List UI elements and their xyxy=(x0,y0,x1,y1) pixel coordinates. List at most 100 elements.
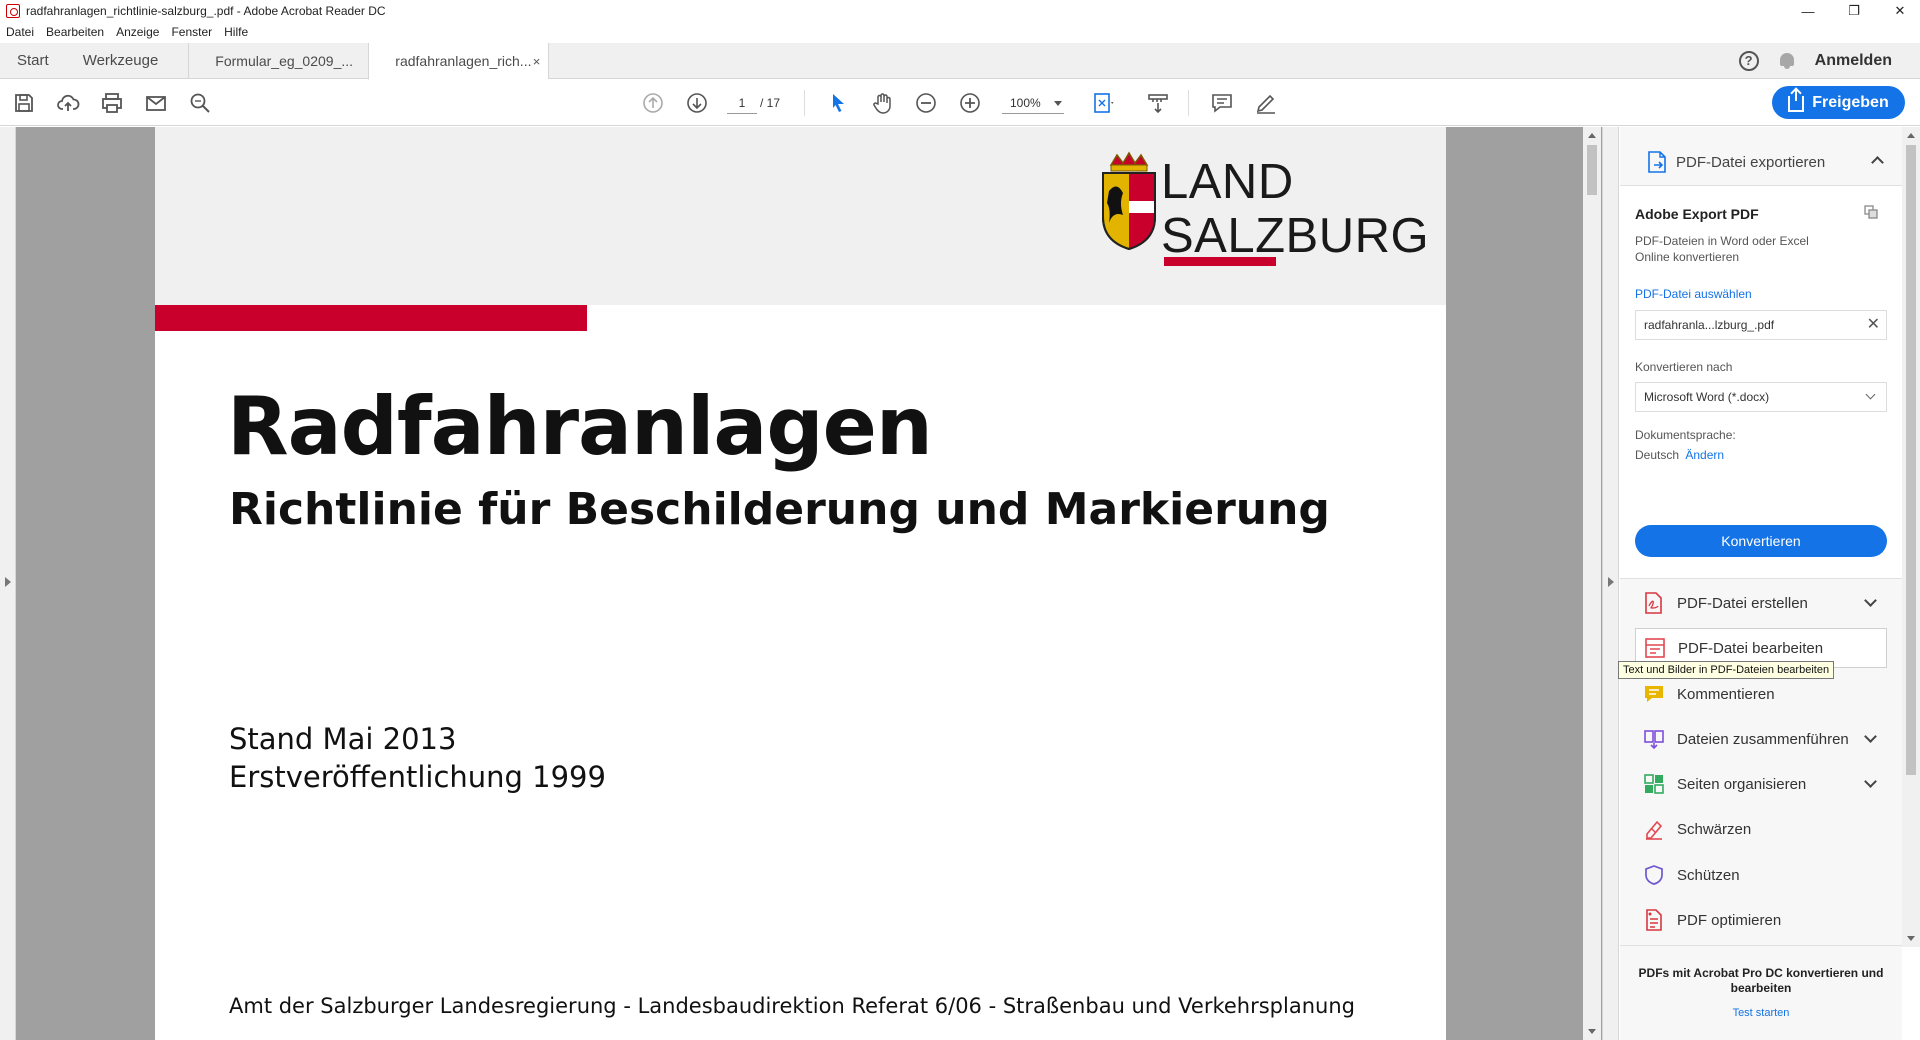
minimize-button[interactable]: — xyxy=(1785,0,1831,22)
print-icon[interactable] xyxy=(98,89,126,117)
tab-label: radfahranlagen_rich... xyxy=(395,53,532,69)
tool-redact[interactable]: Schwärzen xyxy=(1635,809,1887,849)
chevron-down-icon[interactable] xyxy=(1864,775,1877,788)
zoom-level-dropdown[interactable]: 100% xyxy=(1002,92,1064,114)
menu-bar: Datei Bearbeiten Anzeige Fenster Hilfe xyxy=(0,22,1920,42)
next-page-icon[interactable] xyxy=(683,89,711,117)
zoom-out-icon[interactable] xyxy=(912,89,940,117)
page-number-input[interactable]: 1 xyxy=(727,92,757,114)
export-pdf-header[interactable]: PDF-Datei exportieren xyxy=(1620,140,1902,184)
export-pdf-header-label: PDF-Datei exportieren xyxy=(1676,153,1826,171)
scroll-down-icon[interactable] xyxy=(1588,1029,1596,1034)
share-label: Freigeben xyxy=(1812,93,1889,111)
menu-anzeige[interactable]: Anzeige xyxy=(110,25,165,39)
scroll-mode-icon[interactable] xyxy=(1144,89,1172,117)
convert-button[interactable]: Konvertieren xyxy=(1635,525,1887,557)
tool-comment[interactable]: Kommentieren xyxy=(1635,674,1887,714)
export-description: PDF-Dateien in Word oder Excel Online ko… xyxy=(1635,234,1809,264)
doc-language-value: Deutsch xyxy=(1635,448,1680,462)
redact-icon xyxy=(1646,820,1663,840)
selected-file-field[interactable]: radfahranla...lzburg_.pdf ✕ xyxy=(1635,310,1887,340)
previous-page-icon[interactable] xyxy=(639,89,667,117)
tab-document-radfahranlagen[interactable]: radfahranlagen_rich... × xyxy=(368,43,549,80)
menu-datei[interactable]: Datei xyxy=(0,25,40,39)
scroll-thumb[interactable] xyxy=(1587,145,1597,195)
help-icon[interactable]: ? xyxy=(1738,50,1759,71)
document-dates: Stand Mai 2013 Erstveröffentlichung 1999 xyxy=(229,720,606,796)
tool-organize-pages[interactable]: Seiten organisieren xyxy=(1635,764,1887,804)
export-pdf-section: Adobe Export PDF PDF-Dateien in Word ode… xyxy=(1620,185,1902,579)
export-title: Adobe Export PDF xyxy=(1635,206,1759,222)
tab-document-formular[interactable]: Formular_eg_0209_... xyxy=(188,43,368,78)
organize-pages-icon xyxy=(1644,774,1664,794)
close-window-button[interactable]: ✕ xyxy=(1877,0,1920,22)
menu-hilfe[interactable]: Hilfe xyxy=(218,25,254,39)
tool-label: Dateien zusammenführen xyxy=(1677,730,1849,748)
toolbar-separator xyxy=(804,90,805,116)
draw-pen-icon[interactable] xyxy=(1252,89,1280,117)
tab-start[interactable]: Start xyxy=(0,43,66,78)
copy-icon[interactable] xyxy=(1864,205,1878,219)
promo-text: PDFs mit Acrobat Pro DC konvertieren und… xyxy=(1638,966,1884,995)
chevron-down-icon[interactable] xyxy=(1864,730,1877,743)
tool-combine-files[interactable]: Dateien zusammenführen xyxy=(1635,719,1887,759)
expand-left-icon xyxy=(5,577,11,587)
chevron-down-icon[interactable] xyxy=(1864,594,1877,607)
email-icon[interactable] xyxy=(142,89,170,117)
tool-optimize-pdf[interactable]: PDF optimieren xyxy=(1635,900,1887,940)
window-titlebar: radfahranlagen_richtlinie-salzburg_.pdf … xyxy=(0,0,1920,22)
menu-bearbeiten[interactable]: Bearbeiten xyxy=(40,25,110,39)
scroll-up-icon[interactable] xyxy=(1588,133,1596,138)
logo-text-salzburg: SALZBURG xyxy=(1161,209,1430,263)
promo-trial-link[interactable]: Test starten xyxy=(1620,1007,1902,1019)
selected-file-name: radfahranla...lzburg_.pdf xyxy=(1644,318,1775,332)
pdf-page: LAND SALZBURG Radfahranlagen Richtlinie … xyxy=(155,127,1446,1040)
left-panel-toggle[interactable] xyxy=(0,127,16,1040)
document-stand: Stand Mai 2013 xyxy=(229,722,457,756)
scroll-up-icon[interactable] xyxy=(1907,133,1915,138)
tool-label: Seiten organisieren xyxy=(1677,775,1807,793)
document-subtitle: Richtlinie für Beschilderung und Markier… xyxy=(229,484,1330,535)
convert-format-value: Microsoft Word (*.docx) xyxy=(1644,390,1770,404)
tool-label: PDF-Datei erstellen xyxy=(1677,594,1808,612)
tool-create-pdf[interactable]: PDF-Datei erstellen xyxy=(1635,583,1887,623)
close-tab-icon[interactable]: × xyxy=(533,54,541,69)
upload-cloud-icon[interactable] xyxy=(54,89,82,117)
comment-icon xyxy=(1645,686,1663,702)
hand-tool-icon[interactable] xyxy=(868,89,896,117)
convert-format-select[interactable]: Microsoft Word (*.docx) xyxy=(1635,382,1887,412)
share-button[interactable]: Freigeben xyxy=(1772,86,1905,119)
chevron-down-icon xyxy=(1865,389,1876,400)
convert-to-label: Konvertieren nach xyxy=(1635,360,1733,374)
clear-file-icon[interactable]: ✕ xyxy=(1867,311,1880,339)
scroll-thumb[interactable] xyxy=(1906,145,1916,775)
change-language-link[interactable]: Ändern xyxy=(1685,448,1724,462)
protect-icon xyxy=(1645,865,1663,885)
panel-scrollbar[interactable] xyxy=(1902,127,1920,947)
logo-text-land: LAND xyxy=(1161,155,1294,209)
document-first-publication: Erstveröffentlichung 1999 xyxy=(229,760,606,794)
toolbar-separator xyxy=(1188,90,1189,116)
fit-page-icon[interactable] xyxy=(1090,89,1118,117)
logo-text: LAND SALZBURG xyxy=(1161,155,1429,263)
right-panel-toggle[interactable] xyxy=(1602,127,1619,1040)
document-scrollbar[interactable] xyxy=(1583,127,1601,1040)
menu-fenster[interactable]: Fenster xyxy=(165,25,218,39)
scroll-down-icon[interactable] xyxy=(1907,936,1915,941)
save-icon[interactable] xyxy=(10,89,38,117)
tab-werkzeuge[interactable]: Werkzeuge xyxy=(66,43,189,78)
acrobat-app-icon xyxy=(6,4,20,18)
select-pdf-link[interactable]: PDF-Datei auswählen xyxy=(1635,287,1752,301)
doc-language-label: Dokumentsprache: xyxy=(1635,428,1736,442)
select-cursor-icon[interactable] xyxy=(824,89,852,117)
tool-protect[interactable]: Schützen xyxy=(1635,855,1887,895)
notification-bell-icon[interactable] xyxy=(1779,52,1795,70)
share-icon xyxy=(1788,90,1805,112)
search-icon[interactable] xyxy=(186,89,214,117)
tab-label: Formular_eg_0209_... xyxy=(215,52,354,69)
doc-language: Deutsch Ändern xyxy=(1635,448,1724,462)
maximize-button[interactable]: ❐ xyxy=(1831,0,1877,22)
signin-button[interactable]: Anmelden xyxy=(1815,52,1892,70)
comment-icon[interactable] xyxy=(1208,89,1236,117)
zoom-in-icon[interactable] xyxy=(956,89,984,117)
